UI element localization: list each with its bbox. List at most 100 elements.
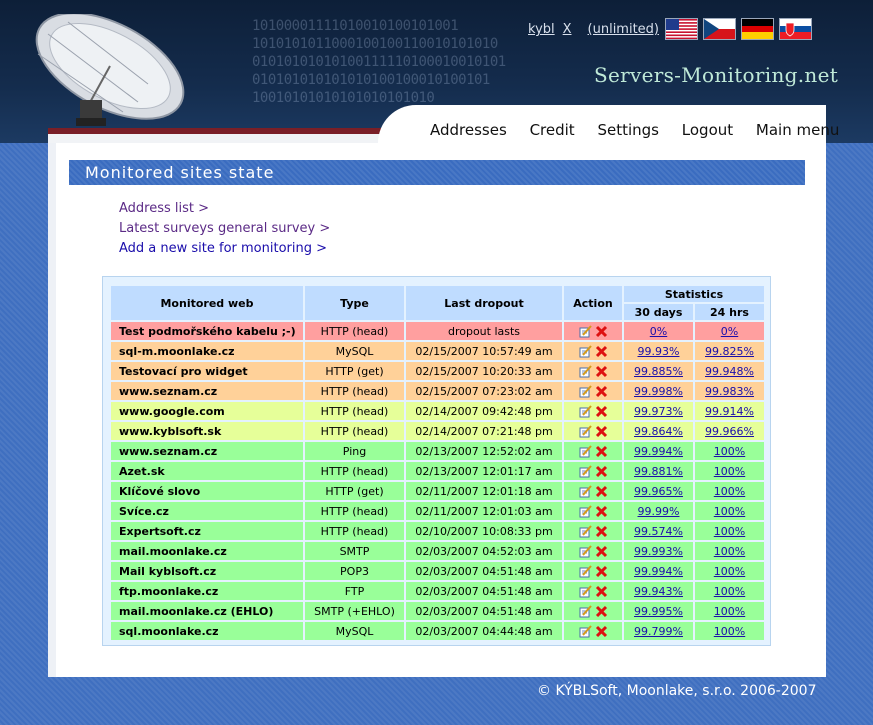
uptime-30-days: 99.973% [624,402,693,420]
uptime-24-hrs-link[interactable]: 99.966% [705,425,754,438]
delete-icon[interactable] [595,345,608,358]
delete-icon[interactable] [595,565,608,578]
delete-icon[interactable] [595,325,608,338]
uptime-30-days-link[interactable]: 99.943% [634,585,683,598]
delete-icon[interactable] [595,485,608,498]
menu-logout[interactable]: Logout [682,121,733,139]
edit-icon[interactable] [579,625,592,638]
site-type: HTTP (head) [305,522,404,540]
delete-icon[interactable] [595,385,608,398]
uptime-24-hrs-link[interactable]: 100% [714,485,745,498]
table-row: Test podmořského kabelu ;-) HTTP (head) dr… [111,322,764,340]
uptime-24-hrs-link[interactable]: 100% [714,465,745,478]
menu-settings[interactable]: Settings [597,121,659,139]
edit-icon[interactable] [579,465,592,478]
uptime-24-hrs-link[interactable]: 100% [714,585,745,598]
uptime-24-hrs-link[interactable]: 100% [714,505,745,518]
uptime-30-days-link[interactable]: 99.994% [634,445,683,458]
add-site-link[interactable]: Add a new site for monitoring > [119,239,330,259]
site-type: HTTP (head) [305,502,404,520]
uptime-24-hrs-link[interactable]: 100% [714,605,745,618]
site-type: SMTP (+EHLO) [305,602,404,620]
delete-icon[interactable] [595,545,608,558]
delete-icon[interactable] [595,445,608,458]
uptime-30-days-link[interactable]: 99.994% [634,565,683,578]
row-actions [564,322,622,340]
uptime-24-hrs-link[interactable]: 100% [714,525,745,538]
logout-x-link[interactable]: X [563,22,572,37]
site-name: mail.moonlake.cz [111,542,303,560]
uptime-24-hrs-link[interactable]: 99.825% [705,345,754,358]
last-dropout: 02/14/2007 09:42:48 pm [406,402,562,420]
sites-table-container: Monitored web Type Last dropout Action S… [102,276,771,646]
menu-main[interactable]: Main menu [756,121,839,139]
delete-icon[interactable] [595,605,608,618]
uptime-24-hrs: 100% [695,562,764,580]
uptime-30-days-link[interactable]: 99.881% [634,465,683,478]
edit-icon[interactable] [579,445,592,458]
edit-icon[interactable] [579,425,592,438]
uptime-30-days-link[interactable]: 99.885% [634,365,683,378]
delete-icon[interactable] [595,625,608,638]
edit-icon[interactable] [579,345,592,358]
username-link[interactable]: kybl [528,22,555,37]
sk-flag-icon[interactable] [779,18,812,40]
uptime-30-days-link[interactable]: 99.864% [634,425,683,438]
plan-link[interactable]: (unlimited) [588,22,659,37]
delete-icon[interactable] [595,465,608,478]
uptime-24-hrs-link[interactable]: 99.948% [705,365,754,378]
uptime-30-days-link[interactable]: 0% [650,325,667,338]
delete-icon[interactable] [595,405,608,418]
table-row: www.kyblsoft.sk HTTP (head) 02/14/2007 07:… [111,422,764,440]
uptime-30-days-link[interactable]: 99.574% [634,525,683,538]
edit-icon[interactable] [579,325,592,338]
edit-icon[interactable] [579,385,592,398]
site-type: POP3 [305,562,404,580]
row-actions [564,622,622,640]
delete-icon[interactable] [595,505,608,518]
uptime-30-days-link[interactable]: 99.93% [638,345,680,358]
edit-icon[interactable] [579,505,592,518]
edit-icon[interactable] [579,605,592,618]
edit-icon[interactable] [579,485,592,498]
uptime-30-days-link[interactable]: 99.993% [634,545,683,558]
uptime-30-days: 99.574% [624,522,693,540]
edit-icon[interactable] [579,585,592,598]
uptime-30-days-link[interactable]: 99.973% [634,405,683,418]
us-flag-icon[interactable] [665,18,698,40]
site-type: HTTP (head) [305,322,404,340]
uptime-24-hrs-link[interactable]: 100% [714,565,745,578]
uptime-30-days-link[interactable]: 99.998% [634,385,683,398]
edit-icon[interactable] [579,365,592,378]
de-flag-icon[interactable] [741,18,774,40]
edit-icon[interactable] [579,525,592,538]
table-row: sql-m.moonlake.cz MySQL 02/15/2007 10:57:4… [111,342,764,360]
uptime-30-days-link[interactable]: 99.965% [634,485,683,498]
delete-icon[interactable] [595,525,608,538]
uptime-24-hrs-link[interactable]: 99.983% [705,385,754,398]
edit-icon[interactable] [579,405,592,418]
uptime-24-hrs-link[interactable]: 99.914% [705,405,754,418]
uptime-30-days: 99.994% [624,562,693,580]
uptime-30-days-link[interactable]: 99.799% [634,625,683,638]
menu-credit[interactable]: Credit [530,121,575,139]
address-list-link[interactable]: Address list > [119,199,330,219]
last-dropout: 02/15/2007 10:57:49 am [406,342,562,360]
edit-icon[interactable] [579,545,592,558]
uptime-30-days-link[interactable]: 99.99% [638,505,680,518]
uptime-30-days: 99.799% [624,622,693,640]
uptime-24-hrs: 100% [695,502,764,520]
menu-addresses[interactable]: Addresses [430,121,507,139]
cz-flag-icon[interactable] [703,18,736,40]
site-name: www.google.com [111,402,303,420]
latest-surveys-link[interactable]: Latest surveys general survey > [119,219,330,239]
uptime-30-days-link[interactable]: 99.995% [634,605,683,618]
delete-icon[interactable] [595,425,608,438]
delete-icon[interactable] [595,585,608,598]
uptime-24-hrs-link[interactable]: 100% [714,625,745,638]
uptime-24-hrs-link[interactable]: 0% [721,325,738,338]
uptime-24-hrs-link[interactable]: 100% [714,545,745,558]
uptime-24-hrs-link[interactable]: 100% [714,445,745,458]
delete-icon[interactable] [595,365,608,378]
edit-icon[interactable] [579,565,592,578]
